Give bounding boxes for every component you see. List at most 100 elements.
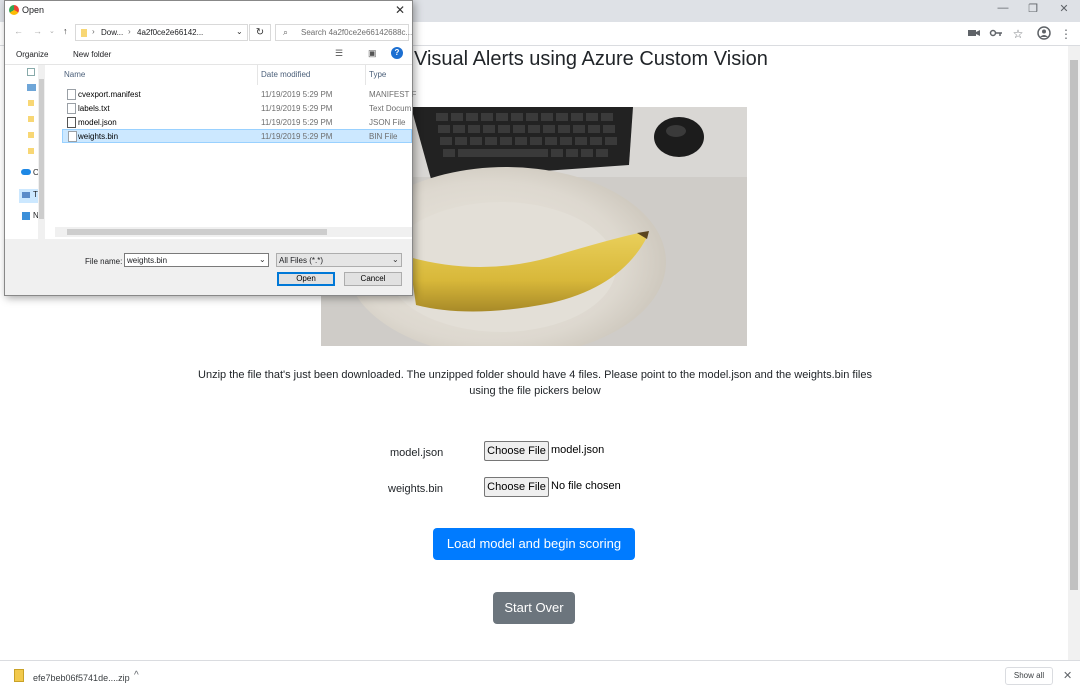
folder-icon[interactable]: [28, 100, 34, 106]
camera-icon[interactable]: [966, 26, 982, 42]
organize-menu[interactable]: Organize: [16, 50, 48, 59]
dialog-title-bar: Open ✕: [5, 1, 412, 21]
file-type: MANIFEST F: [369, 90, 417, 99]
load-model-button[interactable]: Load model and begin scoring: [433, 528, 635, 560]
forward-arrow-icon[interactable]: →: [33, 26, 42, 36]
breadcrumb-separator-icon: ›: [128, 27, 131, 36]
minimize-window-button[interactable]: —: [988, 2, 1018, 18]
folder-icon: [81, 29, 87, 37]
breadcrumb-current-folder[interactable]: 4a2f0ce2e66142...: [137, 28, 203, 37]
refresh-icon[interactable]: ↻: [249, 24, 271, 41]
back-arrow-icon[interactable]: ←: [14, 26, 23, 36]
navigation-pane-scrollbar[interactable]: [38, 65, 45, 239]
weights-bin-label: weights.bin: [388, 483, 444, 495]
show-all-button[interactable]: Show all: [1005, 667, 1053, 685]
folder-icon[interactable]: [28, 116, 34, 122]
file-name: cvexport.manifest: [78, 90, 141, 99]
address-bar[interactable]: › Dow... › 4a2f0ce2e66142... ⌄: [75, 24, 248, 41]
search-icon: ⌕: [283, 27, 289, 37]
file-name-label: File name:: [85, 257, 123, 266]
column-divider: [365, 65, 366, 85]
folder-icon[interactable]: [28, 132, 34, 138]
file-row[interactable]: cvexport.manifest 11/19/2019 5:29 PM MAN…: [62, 88, 416, 102]
file-row[interactable]: model.json 11/19/2019 5:29 PM JSON File: [62, 116, 412, 130]
column-divider: [257, 65, 258, 85]
help-icon[interactable]: ?: [391, 47, 403, 59]
breadcrumb-separator-icon: ›: [92, 27, 95, 36]
file-name-input[interactable]: weights.bin ⌄: [124, 253, 269, 267]
column-header-date-modified[interactable]: Date modified: [261, 70, 310, 79]
file-type: BIN File: [369, 132, 398, 141]
file-name: labels.txt: [78, 104, 110, 113]
open-file-dialog: Open ✕ ← → ⌄ ↑ › Dow... › 4a2f0ce2e66142…: [4, 0, 416, 296]
network-icon: [22, 212, 30, 220]
cancel-button[interactable]: Cancel: [344, 272, 402, 286]
dialog-file-browser: O Tl N Name Date modified Type cvexport.…: [5, 65, 416, 239]
navigation-pane-scrollbar-thumb[interactable]: [39, 79, 44, 219]
file-icon: [67, 103, 76, 114]
file-list-horizontal-scrollbar[interactable]: [55, 227, 412, 237]
download-bar: efe7beb06f5741de....zip ^ Show all ✕: [0, 660, 1080, 691]
open-button[interactable]: Open: [277, 272, 335, 286]
dialog-close-icon[interactable]: ✕: [395, 3, 405, 17]
key-icon[interactable]: [988, 26, 1004, 42]
file-name: model.json: [78, 118, 117, 127]
dialog-command-bar: Organize New folder ☰ ▣ ?: [5, 45, 412, 65]
model-json-label: model.json: [390, 447, 444, 459]
page-scrollbar[interactable]: [1068, 46, 1080, 660]
json-file-icon: [67, 117, 76, 128]
breadcrumb-downloads[interactable]: Dow...: [101, 28, 123, 37]
file-name: weights.bin: [78, 132, 119, 141]
file-name-value: weights.bin: [127, 256, 168, 265]
folder-icon[interactable]: [28, 148, 34, 154]
close-window-button[interactable]: ✕: [1049, 2, 1079, 18]
file-type-filter-value: All Files (*.*): [279, 256, 324, 265]
dialog-navigation-bar: ← → ⌄ ↑ › Dow... › 4a2f0ce2e66142... ⌄ ↻…: [5, 21, 412, 45]
navigation-pane: O Tl N: [5, 65, 45, 239]
file-row[interactable]: labels.txt 11/19/2019 5:29 PM Text Docum: [62, 102, 412, 116]
scrollbar-thumb[interactable]: [1070, 60, 1078, 590]
file-name-dropdown-chevron-icon[interactable]: ⌄: [259, 255, 266, 264]
filter-dropdown-chevron-icon[interactable]: ⌄: [392, 255, 399, 264]
start-over-button[interactable]: Start Over: [493, 592, 575, 624]
zip-file-icon: [14, 669, 24, 682]
desktop-icon[interactable]: [27, 84, 36, 91]
file-type: JSON File: [369, 118, 406, 127]
download-file-name[interactable]: efe7beb06f5741de....zip: [33, 673, 130, 683]
file-icon: [67, 89, 76, 100]
documents-icon[interactable]: [27, 68, 35, 76]
model-file-status: model.json: [551, 444, 605, 456]
up-arrow-icon[interactable]: ↑: [63, 26, 68, 36]
preview-pane-icon[interactable]: ▣: [368, 48, 377, 59]
search-box[interactable]: ⌕ Search 4a2f0ce2e66142688c...: [275, 24, 413, 41]
onedrive-icon: [21, 169, 31, 175]
recent-locations-chevron-icon[interactable]: ⌄: [49, 27, 55, 35]
restore-window-button[interactable]: ❐: [1018, 2, 1048, 18]
menu-icon[interactable]: ⋮: [1058, 26, 1074, 42]
close-download-bar-icon[interactable]: ✕: [1063, 669, 1072, 682]
weights-choose-file-button[interactable]: Choose File: [484, 477, 549, 497]
address-dropdown-chevron-icon[interactable]: ⌄: [236, 27, 243, 36]
file-type-filter-select[interactable]: All Files (*.*) ⌄: [276, 253, 402, 267]
star-icon[interactable]: ☆: [1010, 26, 1026, 42]
column-header-name[interactable]: Name: [64, 70, 85, 79]
this-pc-icon: [22, 192, 30, 198]
file-date: 11/19/2019 5:29 PM: [261, 118, 333, 127]
new-folder-button[interactable]: New folder: [73, 50, 111, 59]
page-title: Visual Alerts using Azure Custom Vision: [414, 48, 768, 70]
instructions-text: Unzip the file that's just been download…: [198, 369, 872, 397]
view-options-icon[interactable]: ☰: [335, 48, 343, 59]
search-placeholder: Search 4a2f0ce2e66142688c...: [301, 28, 413, 37]
download-options-chevron-icon[interactable]: ^: [134, 670, 139, 681]
model-choose-file-button[interactable]: Choose File: [484, 441, 549, 461]
weights-file-status: No file chosen: [551, 480, 621, 492]
file-date: 11/19/2019 5:29 PM: [261, 132, 333, 141]
chrome-icon: [9, 5, 19, 15]
file-icon: [68, 131, 77, 142]
account-icon[interactable]: [1036, 26, 1052, 42]
file-date: 11/19/2019 5:29 PM: [261, 104, 333, 113]
column-header-type[interactable]: Type: [369, 70, 386, 79]
horizontal-scrollbar-thumb[interactable]: [67, 229, 327, 235]
file-date: 11/19/2019 5:29 PM: [261, 90, 333, 99]
file-row-selected[interactable]: weights.bin 11/19/2019 5:29 PM BIN File: [62, 129, 412, 143]
